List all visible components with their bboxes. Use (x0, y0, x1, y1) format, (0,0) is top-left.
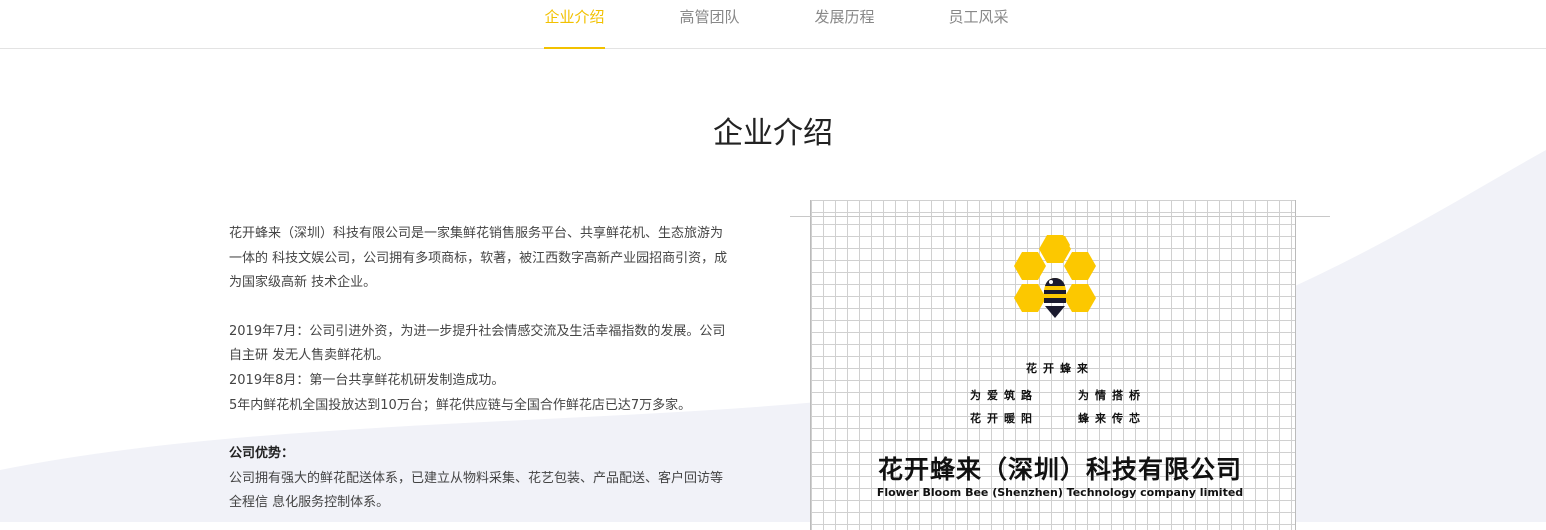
slogan-left: 为爱筑路 花开暖阳 (970, 384, 1038, 430)
milestone-line: 2019年7月：公司引进外资，为进一步提升社会情感交流及生活幸福指数的发展。公司 (229, 323, 726, 339)
company-name-en: Flower Bloom Bee (Shenzhen) Technology c… (876, 486, 1244, 499)
honeycomb-bee-icon (1014, 235, 1096, 318)
tab-history[interactable]: 发展历程 (814, 6, 875, 48)
intro-line: 一体的 科技文娱公司，公司拥有多项商标，软著，被江西数字高新产业园招商引资，成 (229, 250, 728, 266)
tab-staff-style[interactable]: 员工风采 (948, 6, 1009, 48)
slogan-line: 为情搭桥 (1078, 389, 1146, 402)
milestone-line: 自主研 发无人售卖鲜花机。 (229, 348, 390, 364)
slogan-line: 蜂来传芯 (1078, 412, 1146, 425)
milestone-line: 2019年8月：第一台共享鲜花机研发制造成功。 (229, 372, 505, 388)
advantage-line: 公司拥有强大的鲜花配送体系，已建立从物料采集、花艺包装、产品配送、客户回访等 (229, 470, 724, 486)
intro-text: 花开蜂来（深圳）科技有限公司是一家集鲜花销售服务平台、共享鲜花机、生态旅游为 一… (229, 222, 744, 516)
section-nav: 企业介绍 高管团队 发展历程 员工风采 (0, 0, 1546, 49)
slogan-right: 为情搭桥 蜂来传芯 (1078, 384, 1146, 430)
milestone-line: 5年内鲜花机全国投放达到10万台；鲜花供应链与全国合作鲜花店已达7万多家。 (229, 397, 692, 413)
intro-line: 为国家级高新 技术企业。 (229, 275, 377, 291)
logo-name: 花开蜂来 (1026, 362, 1094, 375)
intro-line: 花开蜂来（深圳）科技有限公司是一家集鲜花销售服务平台、共享鲜花机、生态旅游为 (229, 226, 724, 241)
advantage-heading: 公司优势： (229, 446, 295, 462)
grid-guide-line (790, 216, 1330, 217)
company-logo-image: 花开蜂来 为爱筑路 花开暖阳 为情搭桥 蜂来传芯 花开蜂来（深圳）科技有限公司 … (790, 190, 1330, 530)
tab-executive-team[interactable]: 高管团队 (679, 6, 740, 48)
tab-company-intro[interactable]: 企业介绍 (544, 6, 605, 49)
advantage-line: 全程信 息化服务控制体系。 (229, 495, 390, 511)
slogan-line: 为爱筑路 (970, 389, 1038, 402)
slogan-line: 花开暖阳 (970, 412, 1038, 425)
page-title: 企业介绍 (713, 116, 833, 151)
company-name-cn: 花开蜂来（深圳）科技有限公司 (877, 455, 1242, 484)
